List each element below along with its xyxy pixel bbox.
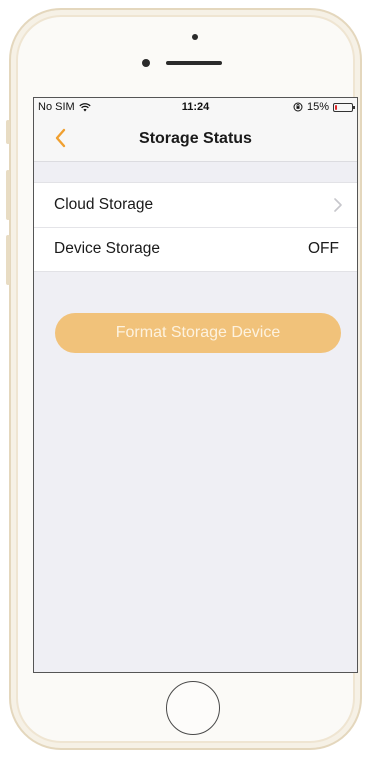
- format-storage-button[interactable]: Format Storage Device: [55, 313, 341, 353]
- battery-percent: 15%: [306, 101, 329, 113]
- page-title: Storage Status: [139, 130, 252, 147]
- battery-fill: [335, 104, 337, 110]
- rotation-lock-icon: [293, 102, 303, 112]
- mute-switch: [6, 120, 10, 144]
- home-button[interactable]: [166, 681, 220, 735]
- device-storage-label: Device Storage: [54, 240, 160, 257]
- device-storage-row[interactable]: Device Storage OFF: [34, 227, 357, 271]
- page: No SIM 11:24 15% Storage Status Cloud St…: [0, 0, 371, 758]
- volume-up-button: [6, 170, 10, 220]
- battery-icon: [333, 102, 355, 112]
- status-right: 15%: [293, 101, 355, 113]
- device-storage-value: OFF: [308, 240, 339, 257]
- proximity-sensor: [142, 59, 150, 67]
- earpiece-speaker: [166, 61, 222, 65]
- storage-list: Cloud Storage Device Storage OFF: [34, 182, 357, 272]
- cloud-storage-row[interactable]: Cloud Storage: [34, 183, 357, 227]
- front-camera: [192, 34, 198, 40]
- status-bar: No SIM 11:24 15%: [34, 98, 357, 116]
- volume-down-button: [6, 235, 10, 285]
- cloud-storage-label: Cloud Storage: [54, 196, 154, 213]
- screen: No SIM 11:24 15% Storage Status Cloud St…: [33, 97, 358, 673]
- nav-bar: Storage Status: [34, 116, 357, 162]
- battery-cap: [353, 105, 355, 109]
- chevron-right-icon: [334, 198, 342, 212]
